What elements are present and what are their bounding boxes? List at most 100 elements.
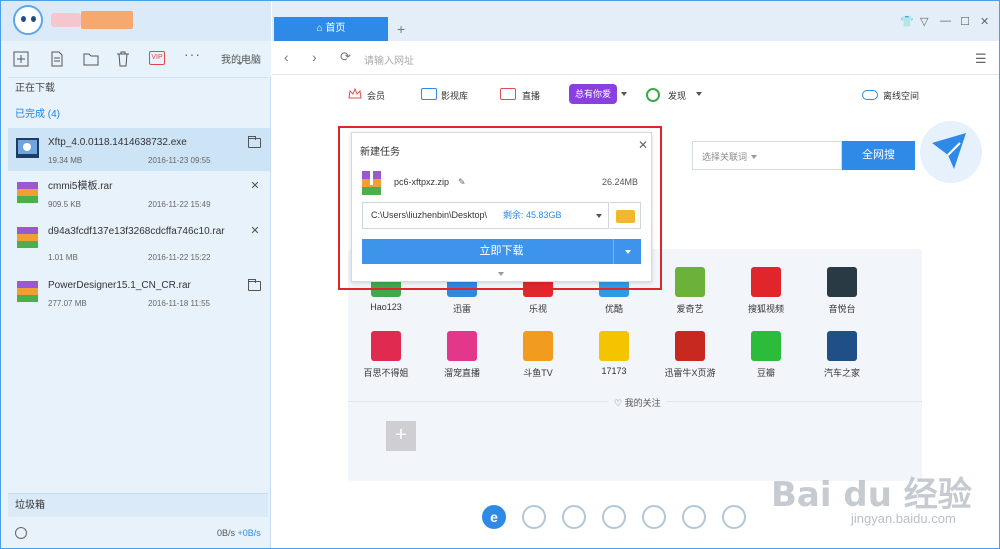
site-label: 优酷 <box>604 304 623 314</box>
file-size: 1.01 MB <box>48 253 78 262</box>
alarm-clock-icon[interactable] <box>15 527 27 539</box>
site-tile[interactable]: 斗鱼TV <box>500 331 576 387</box>
skin-icon[interactable]: 👕 <box>900 15 914 28</box>
bookmark-member[interactable]: 会员 <box>367 89 385 102</box>
dropdown-icon[interactable]: ▽ <box>920 15 928 28</box>
thunder-app-window: VIP ··· 我的电脑 正在下载 已完成 (4) Xftp_4.0.0118.… <box>0 0 1000 549</box>
download-item[interactable]: Xftp_4.0.0118.1414638732.exe 19.34 MB 20… <box>8 128 270 171</box>
download-item[interactable]: PowerDesigner15.1_CN_CR.rar 277.07 MB 20… <box>8 271 270 314</box>
chevron-down-icon[interactable] <box>696 92 702 96</box>
gamepad-icon[interactable] <box>682 505 706 529</box>
refresh-icon[interactable]: ⟳ <box>340 49 351 65</box>
site-label: Hao123 <box>370 302 402 312</box>
avatar[interactable] <box>13 5 43 35</box>
folder-icon[interactable] <box>81 49 101 69</box>
chevron-down-icon <box>237 62 243 65</box>
site-label: 斗鱼TV <box>523 368 553 378</box>
rar-file-icon <box>16 225 39 251</box>
close-icon[interactable]: ✕ <box>248 225 262 237</box>
add-site-button[interactable]: + <box>386 421 416 451</box>
site-tile[interactable]: 豆瓣 <box>728 331 804 387</box>
site-icon <box>827 267 857 297</box>
browser-e-icon[interactable]: e <box>482 505 506 529</box>
speed-readout: 0B/s +0B/s <box>217 528 261 538</box>
file-size: 19.34 MB <box>48 156 83 165</box>
minimize-icon[interactable]: — <box>940 15 951 27</box>
open-folder-icon[interactable] <box>248 279 261 291</box>
site-label: 迅雷 <box>452 304 471 314</box>
add-circle-icon[interactable] <box>562 505 586 529</box>
search-button[interactable]: 全网搜 <box>842 141 915 170</box>
site-icon <box>827 331 857 361</box>
site-tile[interactable]: 17173 <box>576 331 652 387</box>
live-icon <box>500 88 516 100</box>
delete-icon[interactable] <box>113 49 133 69</box>
game-icon[interactable] <box>642 505 666 529</box>
download-item[interactable]: d94a3fcdf137e13f3268cdcffa746c10.rar 1.0… <box>8 217 270 265</box>
document-icon[interactable] <box>47 49 67 69</box>
back-icon[interactable]: ‹ <box>284 49 289 65</box>
bookmark-video[interactable]: 影视库 <box>441 89 468 102</box>
file-date: 2016-11-22 15:22 <box>148 253 211 262</box>
site-icon <box>675 331 705 361</box>
site-label: 溜宠直播 <box>443 368 480 378</box>
file-name: cmmi5模板.rar <box>48 181 113 192</box>
site-tile[interactable]: 汽车之家 <box>804 331 880 387</box>
search-dropdown-label: 选择关联词 <box>702 152 748 162</box>
site-label: 爱奇艺 <box>676 304 704 314</box>
new-tab-button[interactable]: + <box>397 21 405 37</box>
close-window-icon[interactable]: ✕ <box>980 15 989 28</box>
more-icon[interactable]: ··· <box>184 46 201 62</box>
play-icon[interactable] <box>522 505 546 529</box>
site-label: 汽车之家 <box>823 368 860 378</box>
maximize-icon[interactable]: ☐ <box>960 15 970 28</box>
site-label: 百思不得姐 <box>363 368 409 378</box>
new-task-icon[interactable] <box>11 49 31 69</box>
forward-icon[interactable]: › <box>312 49 317 65</box>
site-label: 17173 <box>601 366 627 376</box>
site-label: 迅雷牛X页游 <box>664 368 716 378</box>
bookmark-cloud[interactable]: 离线空间 <box>883 89 919 102</box>
file-size: 277.07 MB <box>48 299 87 308</box>
user-badge-blurred <box>81 11 133 29</box>
site-icon <box>447 331 477 361</box>
site-tile[interactable]: 溜宠直播 <box>424 331 500 387</box>
site-tile[interactable]: 搜狐视频 <box>728 267 804 323</box>
site-tile[interactable]: 爱奇艺 <box>652 267 728 323</box>
tab-home[interactable]: ⌂ 首页 <box>274 17 388 41</box>
menu-icon[interactable]: ☰ <box>975 51 987 67</box>
cloud-icon <box>862 90 878 100</box>
thunder-bird-icon <box>920 121 982 183</box>
bookmark-zongyou[interactable]: 总有你爱 <box>569 84 617 104</box>
vip-icon[interactable]: VIP <box>149 51 165 65</box>
n-icon[interactable] <box>722 505 746 529</box>
my-follow-label[interactable]: ♡ 我的关注 <box>608 396 667 409</box>
discover-icon <box>646 88 660 102</box>
highlight-box <box>338 126 662 290</box>
chevron-down-icon[interactable] <box>621 92 627 96</box>
site-icon <box>371 331 401 361</box>
site-icon <box>751 331 781 361</box>
site-icon <box>599 331 629 361</box>
trash-section[interactable]: 垃圾箱 <box>8 493 268 517</box>
chevron-down-icon <box>751 155 757 159</box>
site-tile[interactable]: 音悦台 <box>804 267 880 323</box>
file-name: Xftp_4.0.0118.1414638732.exe <box>48 137 187 148</box>
gift-icon[interactable] <box>602 505 626 529</box>
bookmark-live[interactable]: 直播 <box>522 89 540 102</box>
site-tile[interactable]: 迅雷牛X页游 <box>652 331 728 387</box>
section-downloading[interactable]: 正在下载 <box>8 77 268 99</box>
open-folder-icon[interactable] <box>248 136 261 148</box>
close-icon[interactable]: ✕ <box>248 180 262 192</box>
bookmark-discover[interactable]: 发现 <box>668 89 686 102</box>
download-item[interactable]: cmmi5模板.rar 909.5 KB 2016-11-22 15:49 ✕ <box>8 172 270 215</box>
section-completed[interactable]: 已完成 (4) <box>8 104 268 126</box>
exe-file-icon <box>16 136 39 162</box>
site-label: 音悦台 <box>828 304 856 314</box>
download-speed: 0B/s <box>217 528 236 538</box>
video-library-icon <box>421 88 437 100</box>
site-tile[interactable]: 百思不得姐 <box>348 331 424 387</box>
search-input[interactable]: 选择关联词 <box>692 141 842 170</box>
url-input[interactable]: 请输入网址 <box>364 52 414 67</box>
username-blurred <box>51 13 81 27</box>
